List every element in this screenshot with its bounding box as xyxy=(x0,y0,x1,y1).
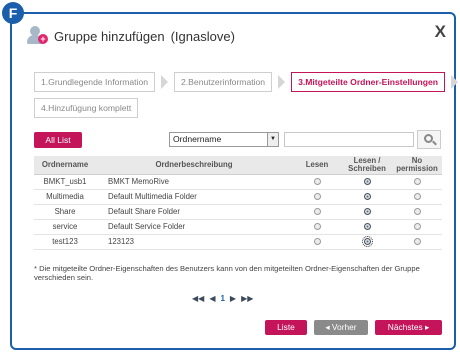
radio-read[interactable] xyxy=(313,193,321,201)
dialog-subtitle: (Ignaslove) xyxy=(170,28,235,44)
search-input[interactable] xyxy=(284,132,414,147)
radio-read[interactable] xyxy=(313,238,321,246)
dialog-title: + Gruppe hinzufügen (Ignaslove) xyxy=(26,26,235,46)
radio-read[interactable] xyxy=(313,178,321,186)
step-3: 3.Mitgeteilte Ordner-Einstellungen xyxy=(291,72,445,92)
table-row: BMKT_usb1 BMKT MemoRive xyxy=(34,174,442,190)
step-1: 1.Grundlegende Information xyxy=(34,72,156,92)
wizard-steps: 1.Grundlegende Information 2.Benutzerinf… xyxy=(34,72,458,92)
folder-desc: 123123 xyxy=(96,234,292,250)
filter-toolbar: All List Ordnername ▼ xyxy=(34,130,442,150)
radio-read-write[interactable] xyxy=(363,193,371,201)
col-header-desc: Ordnerbeschreibung xyxy=(96,156,292,175)
first-page-icon[interactable]: ◀◀ xyxy=(192,294,204,303)
previous-button[interactable]: ◂ Vorher xyxy=(314,320,368,335)
pagination: ◀◀ ◀ 1 ▶ ▶▶ xyxy=(192,294,253,303)
radio-read[interactable] xyxy=(313,223,321,231)
folder-desc: Default Share Folder xyxy=(96,204,292,220)
wizard-steps-row2: 4.Hinzufügung komplett xyxy=(34,98,139,118)
permissions-note: * Die mitgeteilte Ordner-Eigenschaften d… xyxy=(34,264,420,282)
table-header-row: Ordnername Ordnerbeschreibung Lesen Lese… xyxy=(34,156,442,175)
page-number[interactable]: 1 xyxy=(220,294,224,303)
radio-read-write[interactable] xyxy=(361,236,373,248)
folder-name: test123 xyxy=(34,234,96,250)
add-group-icon: + xyxy=(26,26,48,46)
step-arrow-icon xyxy=(161,75,169,89)
col-header-no-permission: No permission xyxy=(392,156,442,175)
radio-read-write[interactable] xyxy=(363,223,371,231)
folder-desc: Default Service Folder xyxy=(96,219,292,235)
radio-no-permission[interactable] xyxy=(413,208,421,216)
next-page-icon[interactable]: ▶ xyxy=(230,294,236,303)
folder-name: service xyxy=(34,219,96,235)
radio-read-write[interactable] xyxy=(363,208,371,216)
step-2: 2.Benutzerinformation xyxy=(174,72,273,92)
close-icon[interactable]: X xyxy=(435,22,446,42)
radio-no-permission[interactable] xyxy=(413,193,421,201)
liste-button[interactable]: Liste xyxy=(265,320,307,335)
col-header-read-write: Lesen / Schreiben xyxy=(342,156,392,175)
step-arrow-icon xyxy=(278,75,286,89)
radio-read-write[interactable] xyxy=(363,178,371,186)
search-field-select[interactable]: Ordnername ▼ xyxy=(169,132,279,147)
table-row: service Default Service Folder xyxy=(34,219,442,235)
radio-no-permission[interactable] xyxy=(413,223,421,231)
col-header-name: Ordnername xyxy=(34,156,96,175)
folder-desc: Default Multimedia Folder xyxy=(96,189,292,205)
table-row: Multimedia Default Multimedia Folder xyxy=(34,189,442,205)
step-arrow-icon xyxy=(451,75,458,89)
last-page-icon[interactable]: ▶▶ xyxy=(241,294,253,303)
radio-read[interactable] xyxy=(313,208,321,216)
folder-permissions-table: Ordnername Ordnerbeschreibung Lesen Lese… xyxy=(34,156,442,250)
all-list-button[interactable]: All List xyxy=(34,132,82,148)
radio-no-permission[interactable] xyxy=(413,238,421,246)
footer-buttons: Liste ◂ Vorher Nächstes ▸ xyxy=(265,320,442,335)
folder-name: Multimedia xyxy=(34,189,96,205)
next-button[interactable]: Nächstes ▸ xyxy=(375,320,442,335)
radio-no-permission[interactable] xyxy=(413,178,421,186)
step-4: 4.Hinzufügung komplett xyxy=(34,98,139,118)
search-field-select-value: Ordnername xyxy=(173,134,222,144)
chevron-down-icon[interactable]: ▼ xyxy=(267,133,278,146)
table-row: test123 123123 xyxy=(34,234,442,250)
search-button[interactable] xyxy=(417,130,441,149)
dialog-title-text: Gruppe hinzufügen xyxy=(54,28,165,44)
folder-name: Share xyxy=(34,204,96,220)
folder-desc: BMKT MemoRive xyxy=(96,174,292,190)
table-row: Share Default Share Folder xyxy=(34,204,442,220)
col-header-read: Lesen xyxy=(292,156,342,175)
step-badge: F xyxy=(2,2,24,24)
prev-page-icon[interactable]: ◀ xyxy=(209,294,215,303)
folder-name: BMKT_usb1 xyxy=(34,174,96,190)
